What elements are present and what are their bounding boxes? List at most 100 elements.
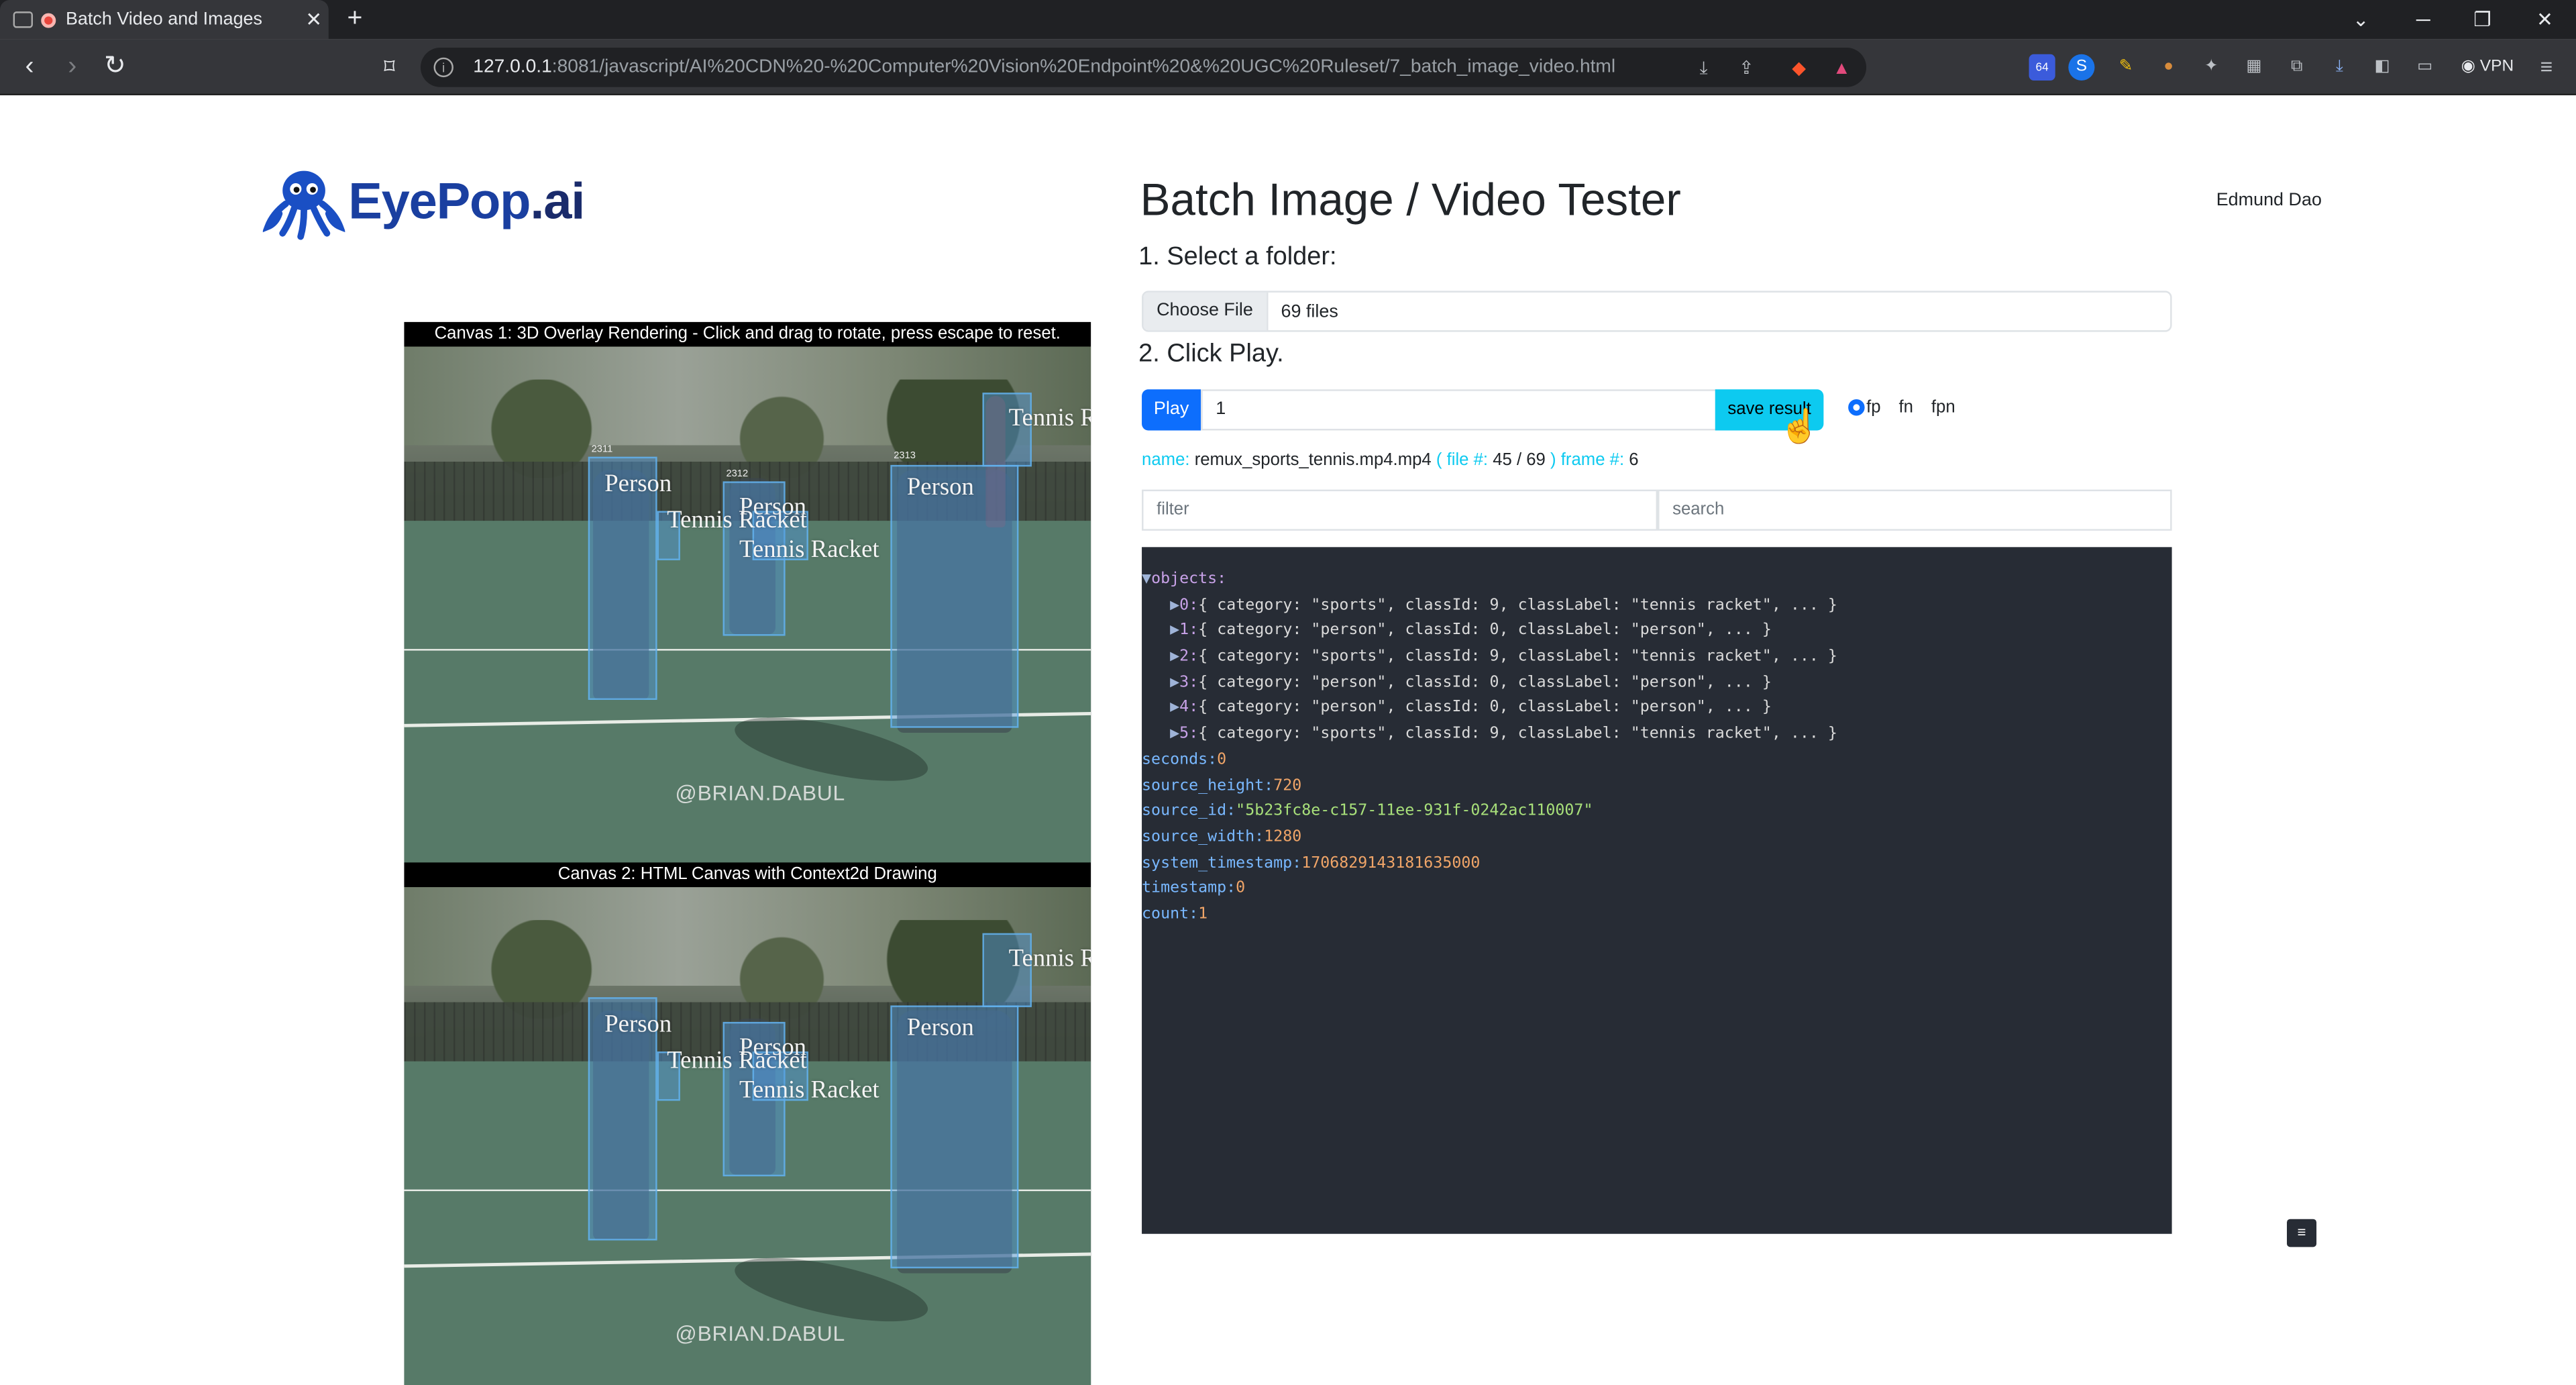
- tab-search-icon[interactable]: ⌄: [2330, 0, 2392, 40]
- extension-pen-icon[interactable]: ✎: [2112, 54, 2139, 81]
- brave-rewards-icon[interactable]: ▲: [1830, 58, 1853, 81]
- forward-icon[interactable]: ›: [54, 49, 91, 85]
- radio-fpn[interactable]: fpn: [1923, 398, 1955, 417]
- reload-icon[interactable]: ↻: [97, 49, 133, 85]
- json-viewer[interactable]: ▼objects: ▶0:{ category: "sports", class…: [1142, 547, 2172, 1234]
- site-info-icon[interactable]: i: [433, 57, 453, 78]
- file-name-value: remux_sports_tennis.mp4.mp4: [1194, 450, 1432, 470]
- json-objects-list: ▶0:{ category: "sports", classId: 9, cla…: [1142, 593, 2172, 747]
- play-count-input[interactable]: 1: [1201, 389, 1717, 431]
- radio-fp[interactable]: fp: [1848, 398, 1881, 417]
- expand-triangle-icon[interactable]: ▶: [1170, 699, 1179, 717]
- minimize-button[interactable]: ─: [2392, 0, 2455, 40]
- json-classlabel-value: "tennis racket": [1630, 596, 1772, 614]
- json-colon: :: [1189, 673, 1199, 692]
- detection-box: [890, 464, 1019, 728]
- track-id: 2311: [591, 445, 613, 456]
- page-title: Batch Image / Video Tester: [1140, 174, 1681, 225]
- vpn-button[interactable]: ◉ VPN: [2455, 52, 2520, 82]
- expand-triangle-icon[interactable]: ▶: [1170, 648, 1179, 666]
- json-brace: {: [1198, 596, 1218, 614]
- menu-icon[interactable]: ≡: [2533, 54, 2559, 81]
- expand-triangle-icon[interactable]: ▶: [1170, 596, 1179, 614]
- brave-shield-icon[interactable]: ◆: [1788, 58, 1811, 81]
- address-bar[interactable]: i 127.0.0.1:8081/javascript/AI%20CDN%20-…: [420, 48, 1867, 87]
- expand-triangle-icon[interactable]: ▶: [1170, 621, 1179, 639]
- canvas-2[interactable]: Canvas 2: HTML Canvas with Context2d Dra…: [404, 862, 1091, 1385]
- extensions-icon[interactable]: ⧉: [2284, 54, 2310, 81]
- json-brace: {: [1198, 621, 1218, 640]
- search-input[interactable]: search: [1658, 489, 2172, 531]
- json-key-category: category:: [1217, 647, 1311, 666]
- file-number-value: 45 / 69: [1493, 450, 1546, 470]
- share-icon[interactable]: ⇪: [1735, 58, 1758, 81]
- json-colon: :: [1292, 854, 1302, 872]
- canvas-1[interactable]: Canvas 1: 3D Overlay Rendering - Click a…: [404, 321, 1091, 863]
- collapse-triangle-icon[interactable]: ▼: [1142, 570, 1151, 588]
- json-colon: :: [1189, 596, 1199, 614]
- extension-s-icon[interactable]: S: [2068, 54, 2095, 81]
- expand-triangle-icon[interactable]: ▶: [1170, 673, 1179, 691]
- choose-file-button[interactable]: Choose File: [1143, 292, 1268, 331]
- json-colon: :: [1226, 802, 1236, 821]
- json-field-key: timestamp: [1142, 879, 1227, 898]
- json-root-key[interactable]: ▼objects:: [1142, 567, 2172, 593]
- json-key-classid: , classId:: [1386, 621, 1490, 640]
- json-colon: :: [1189, 725, 1199, 743]
- play-button[interactable]: Play: [1142, 389, 1201, 431]
- url-path: :8081/javascript/AI%20CDN%20-%20Computer…: [551, 57, 1616, 78]
- json-key-category: category:: [1217, 673, 1311, 692]
- json-object-row[interactable]: ▶0:{ category: "sports", classId: 9, cla…: [1142, 593, 2172, 618]
- radio-fp-control[interactable]: [1848, 399, 1865, 416]
- json-object-index: 4: [1179, 699, 1189, 717]
- extension-puzzle2-icon[interactable]: ✦: [2198, 54, 2224, 81]
- extension-badge-icon[interactable]: 64: [2029, 54, 2055, 81]
- detection-label: Tennis R: [1008, 946, 1091, 973]
- folder-file-input[interactable]: Choose File 69 files: [1142, 291, 2172, 332]
- downloads-icon[interactable]: ⤓: [2326, 54, 2353, 81]
- filter-input[interactable]: filter: [1142, 489, 1658, 531]
- json-field-row: source_height:720: [1142, 773, 2172, 799]
- json-colon: :: [1208, 750, 1218, 769]
- wallet-icon[interactable]: ▭: [2412, 54, 2438, 81]
- restore-button[interactable]: ❐: [2451, 0, 2514, 40]
- radio-fn[interactable]: fn: [1890, 398, 1913, 417]
- json-object-row[interactable]: ▶5:{ category: "sports", classId: 9, cla…: [1142, 721, 2172, 747]
- browser-tab-active[interactable]: Batch Video and Images ✕: [0, 0, 329, 40]
- json-colon: :: [1189, 647, 1199, 666]
- json-brace: {: [1198, 647, 1218, 666]
- new-tab-button[interactable]: +: [338, 5, 371, 34]
- hand-cursor-icon: ☝: [1779, 409, 1821, 446]
- download-icon[interactable]: ⤓: [1692, 58, 1715, 81]
- extension-cookie-icon[interactable]: ●: [2155, 54, 2182, 81]
- json-key-category: category:: [1217, 621, 1311, 640]
- expand-triangle-icon[interactable]: ▶: [1170, 725, 1179, 743]
- url-text[interactable]: 127.0.0.1:8081/javascript/AI%20CDN%20-%2…: [473, 58, 1615, 77]
- json-object-row[interactable]: ▶3:{ category: "person", classId: 0, cla…: [1142, 670, 2172, 695]
- detection-label: Person: [906, 474, 974, 501]
- canvas-1-scene[interactable]: 2311 2312 2313 Person Person Tennis Rack…: [404, 346, 1091, 863]
- extension-grid-icon[interactable]: ▦: [2241, 54, 2267, 81]
- canvas-2-title: Canvas 2: HTML Canvas with Context2d Dra…: [404, 862, 1091, 888]
- canvas-2-scene[interactable]: Person Person Tennis Racket Tennis Racke…: [404, 887, 1091, 1385]
- bookmark-icon[interactable]: ⌑: [371, 49, 407, 85]
- json-object-row[interactable]: ▶4:{ category: "person", classId: 0, cla…: [1142, 696, 2172, 721]
- json-field-value: 0: [1236, 879, 1246, 898]
- user-name[interactable]: Edmund Dao: [2216, 191, 2322, 210]
- json-colon: :: [1264, 776, 1274, 794]
- json-classlabel-value: "tennis racket": [1630, 647, 1772, 666]
- json-field-value: 0: [1217, 750, 1227, 769]
- detection-label: Tennis Racket: [667, 1048, 807, 1075]
- json-object-row[interactable]: ▶2:{ category: "sports", classId: 9, cla…: [1142, 644, 2172, 670]
- json-key-classid: , classId:: [1386, 647, 1490, 666]
- close-window-button[interactable]: ✕: [2514, 0, 2576, 40]
- octopus-logo-icon: [262, 164, 346, 240]
- sidebar-icon[interactable]: ◧: [2369, 54, 2395, 81]
- back-icon[interactable]: ‹: [11, 49, 48, 85]
- menu-icon[interactable]: ≡: [2287, 1219, 2317, 1247]
- tab-close-icon[interactable]: ✕: [299, 8, 329, 31]
- radio-fn-control[interactable]: [1890, 399, 1897, 415]
- json-brace: {: [1198, 673, 1218, 692]
- radio-fpn-control[interactable]: [1923, 399, 1930, 415]
- json-object-row[interactable]: ▶1:{ category: "person", classId: 0, cla…: [1142, 619, 2172, 644]
